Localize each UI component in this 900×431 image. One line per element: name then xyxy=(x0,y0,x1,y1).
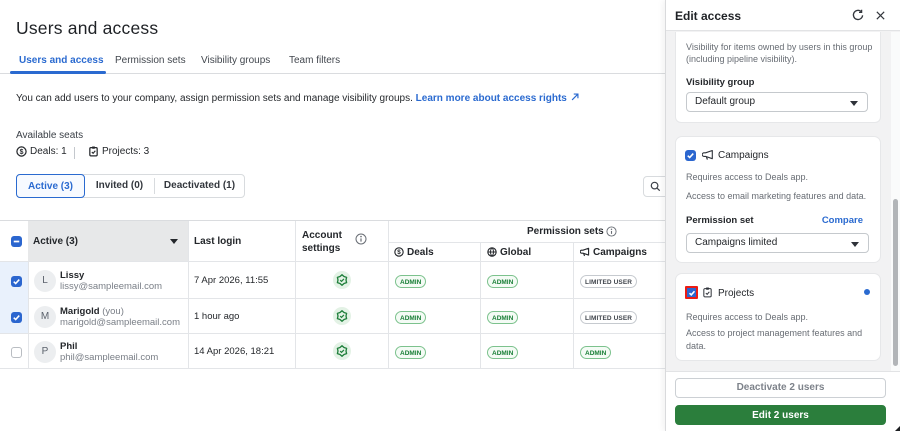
svg-text:$: $ xyxy=(20,149,24,156)
svg-text:$: $ xyxy=(397,249,401,256)
